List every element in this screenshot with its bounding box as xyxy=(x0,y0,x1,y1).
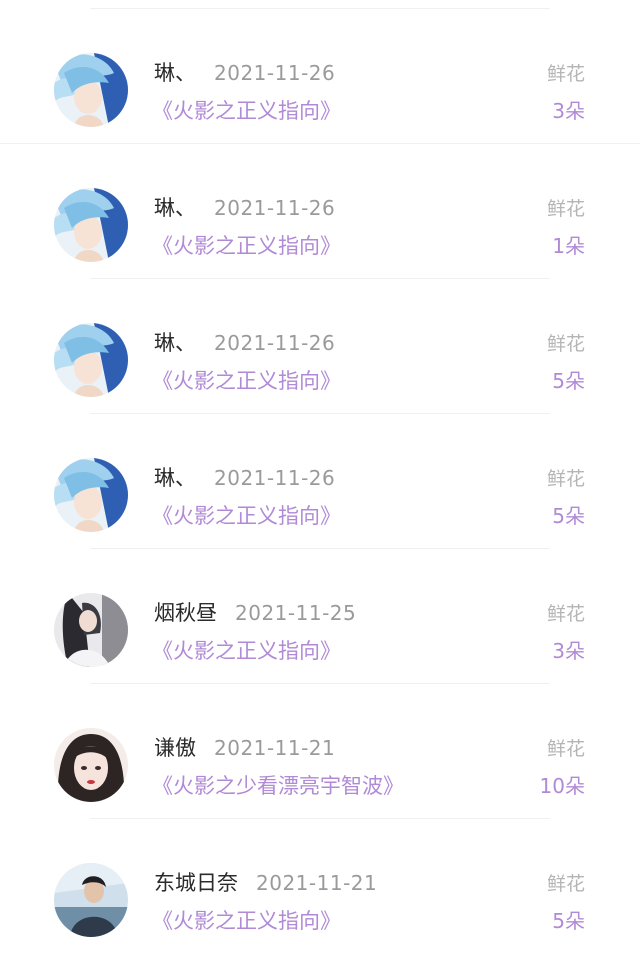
user-name[interactable]: 琳、 xyxy=(154,57,196,87)
record-date: 2021-11-26 xyxy=(214,466,336,490)
gift-count: 5朵 xyxy=(552,369,585,393)
record-date: 2021-11-21 xyxy=(214,736,336,760)
avatar[interactable] xyxy=(54,188,128,262)
list-item[interactable]: 琳、 2021-11-26 《火影之正义指向》 鲜花 1朵 xyxy=(0,144,640,279)
record-date: 2021-11-21 xyxy=(256,871,378,895)
book-title[interactable]: 《火影之正义指向》 xyxy=(152,95,341,125)
record-meta: 琳、 2021-11-26 xyxy=(154,327,335,357)
book-title[interactable]: 《火影之正义指向》 xyxy=(152,905,341,935)
avatar[interactable] xyxy=(54,728,128,802)
gift-count: 3朵 xyxy=(552,639,585,663)
avatar[interactable] xyxy=(54,458,128,532)
list-item[interactable]: 烟秋昼 2021-11-25 《火影之正义指向》 鲜花 3朵 xyxy=(0,549,640,684)
list-item[interactable]: 谦傲 2021-11-21 《火影之少看漂亮宇智波》 鲜花 10朵 xyxy=(0,684,640,819)
book-title[interactable]: 《火影之正义指向》 xyxy=(152,500,341,530)
record-date: 2021-11-26 xyxy=(214,331,336,355)
avatar[interactable] xyxy=(54,53,128,127)
avatar[interactable] xyxy=(54,323,128,397)
record-date: 2021-11-26 xyxy=(214,196,336,220)
gift-count: 5朵 xyxy=(552,504,585,528)
record-meta: 谦傲 2021-11-21 xyxy=(154,732,335,762)
avatar[interactable] xyxy=(54,863,128,937)
user-name[interactable]: 烟秋昼 xyxy=(154,597,217,627)
user-name[interactable]: 琳、 xyxy=(154,327,196,357)
gift-type-label: 鲜花 xyxy=(546,63,585,85)
gift-type-label: 鲜花 xyxy=(546,603,585,625)
gift-count: 1朵 xyxy=(552,234,585,258)
record-date: 2021-11-25 xyxy=(235,601,357,625)
gift-count: 10朵 xyxy=(539,774,585,798)
gift-record-list: 琳、 2021-11-26 《火影之正义指向》 鲜花 3朵 琳、 2021-11… xyxy=(0,9,640,954)
record-meta: 琳、 2021-11-26 xyxy=(154,192,335,222)
gift-type-label: 鲜花 xyxy=(546,738,585,760)
gift-type-label: 鲜花 xyxy=(546,198,585,220)
book-title[interactable]: 《火影之正义指向》 xyxy=(152,230,341,260)
user-name[interactable]: 琳、 xyxy=(154,462,196,492)
list-item[interactable]: 琳、 2021-11-26 《火影之正义指向》 鲜花 3朵 xyxy=(0,9,640,144)
gift-count: 3朵 xyxy=(552,99,585,123)
gift-type-label: 鲜花 xyxy=(546,873,585,895)
gift-type-label: 鲜花 xyxy=(546,333,585,355)
record-meta: 烟秋昼 2021-11-25 xyxy=(154,597,356,627)
book-title[interactable]: 《火影之少看漂亮宇智波》 xyxy=(152,770,404,800)
record-meta: 东城日奈 2021-11-21 xyxy=(154,867,377,897)
user-name[interactable]: 琳、 xyxy=(154,192,196,222)
user-name[interactable]: 谦傲 xyxy=(154,732,196,762)
gift-count: 5朵 xyxy=(552,909,585,933)
record-meta: 琳、 2021-11-26 xyxy=(154,57,335,87)
record-meta: 琳、 2021-11-26 xyxy=(154,462,335,492)
gift-type-label: 鲜花 xyxy=(546,468,585,490)
avatar[interactable] xyxy=(54,593,128,667)
list-item[interactable]: 东城日奈 2021-11-21 《火影之正义指向》 鲜花 5朵 xyxy=(0,819,640,954)
book-title[interactable]: 《火影之正义指向》 xyxy=(152,365,341,395)
book-title[interactable]: 《火影之正义指向》 xyxy=(152,635,341,665)
list-item[interactable]: 琳、 2021-11-26 《火影之正义指向》 鲜花 5朵 xyxy=(0,414,640,549)
record-date: 2021-11-26 xyxy=(214,61,336,85)
user-name[interactable]: 东城日奈 xyxy=(154,867,238,897)
list-item[interactable]: 琳、 2021-11-26 《火影之正义指向》 鲜花 5朵 xyxy=(0,279,640,414)
